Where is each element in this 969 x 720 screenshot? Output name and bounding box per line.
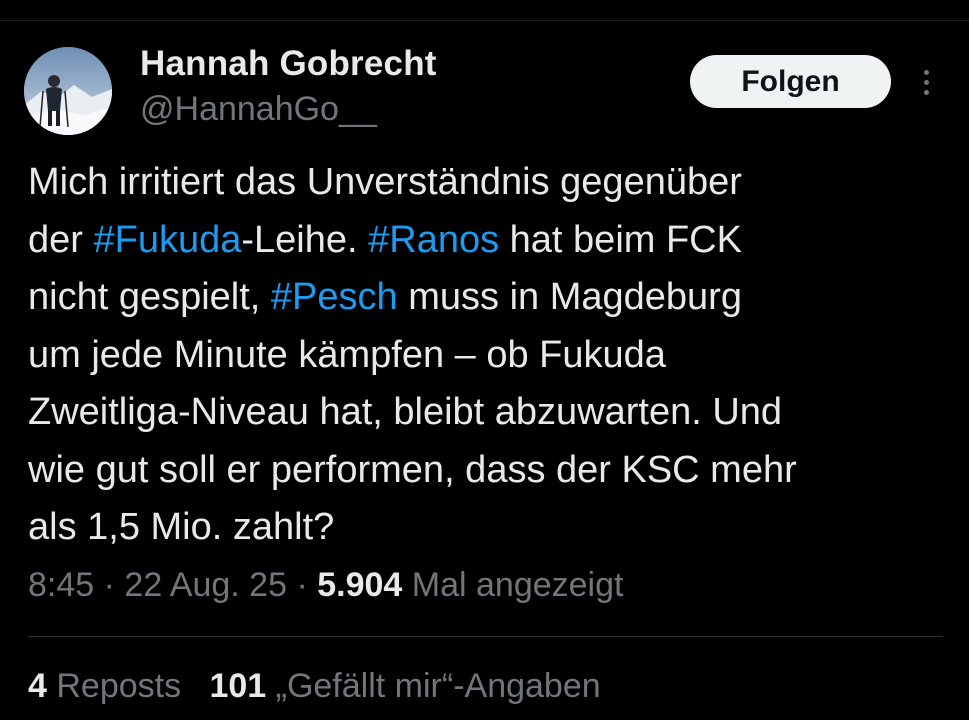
avatar-image: [24, 47, 112, 135]
more-dot: [924, 70, 929, 75]
reposts-label: Reposts: [46, 667, 182, 705]
more-dot: [924, 80, 929, 85]
more-vertical-icon[interactable]: [912, 62, 942, 102]
stats-divider: [28, 636, 943, 637]
meta-separator: ·: [287, 566, 318, 604]
tweet-text-line: wie gut soll er performen, dass der KSC …: [28, 442, 948, 500]
reposts-link[interactable]: 4 Reposts: [28, 667, 181, 705]
tweet-text-line: nicht gespielt, #Pesch muss in Magdeburg: [28, 269, 948, 327]
tweet-text-segment: der: [28, 218, 94, 261]
tweet-card: Hannah Gobrecht @HannahGo__ Folgen Mich …: [0, 0, 969, 720]
engagement-stats: 4 Reposts 101 „Gefällt mir“-Angaben: [28, 667, 601, 706]
tweet-meta: 8:45 · 22 Aug. 25 · 5.904 Mal angezeigt: [28, 566, 623, 605]
tweet-text-segment: Zweitliga-Niveau hat, bleibt abzuwarten.…: [28, 391, 783, 433]
user-handle[interactable]: @HannahGo__: [140, 90, 377, 129]
more-dot: [924, 90, 929, 95]
tweet-text-line: als 1,5 Mio. zahlt?: [28, 499, 948, 557]
tweet-text-segment: nicht gespielt,: [28, 276, 271, 318]
tweet-text-line: Mich irritiert das Unverständnis gegenüb…: [28, 154, 948, 212]
tweet-text-segment: wie gut soll er performen, dass der KSC …: [28, 448, 797, 491]
tweet-text: Mich irritiert das Unverständnis gegenüb…: [28, 154, 948, 557]
meta-separator: ·: [94, 566, 125, 604]
hashtag-link[interactable]: #Fukuda: [93, 219, 241, 261]
tweet-text-segment: als 1,5 Mio. zahlt?: [28, 506, 335, 548]
reposts-count: 4: [28, 667, 47, 705]
tweet-text-line: Zweitliga-Niveau hat, bleibt abzuwarten.…: [28, 384, 948, 442]
likes-link[interactable]: 101 „Gefällt mir“-Angaben: [209, 667, 600, 705]
hashtag-link[interactable]: #Pesch: [271, 276, 398, 318]
tweet-text-segment: muss in Magdeburg: [397, 276, 742, 318]
likes-label: „Gefällt mir“-Angaben: [266, 667, 601, 705]
avatar[interactable]: [24, 47, 112, 135]
hashtag-link[interactable]: #Ranos: [368, 219, 499, 261]
likes-count: 101: [209, 667, 267, 705]
tweet-time[interactable]: 8:45: [28, 566, 94, 604]
tweet-text-segment: -Leihe.: [241, 218, 369, 261]
follow-button[interactable]: Folgen: [690, 55, 891, 108]
display-name[interactable]: Hannah Gobrecht: [140, 44, 437, 84]
views-count: 5.904: [317, 566, 403, 604]
views-label: Mal angezeigt: [402, 566, 624, 604]
tweet-date[interactable]: 22 Aug. 25: [124, 566, 287, 604]
tweet-text-segment: hat beim FCK: [499, 218, 742, 261]
tweet-text-line: der #Fukuda-Leihe. #Ranos hat beim FCK: [28, 212, 948, 270]
tweet-text-segment: Mich irritiert das Unverständnis gegenüb…: [28, 161, 742, 203]
tweet-text-line: um jede Minute kämpfen – ob Fukuda: [28, 327, 948, 385]
tweet-text-segment: um jede Minute kämpfen – ob Fukuda: [28, 333, 666, 376]
